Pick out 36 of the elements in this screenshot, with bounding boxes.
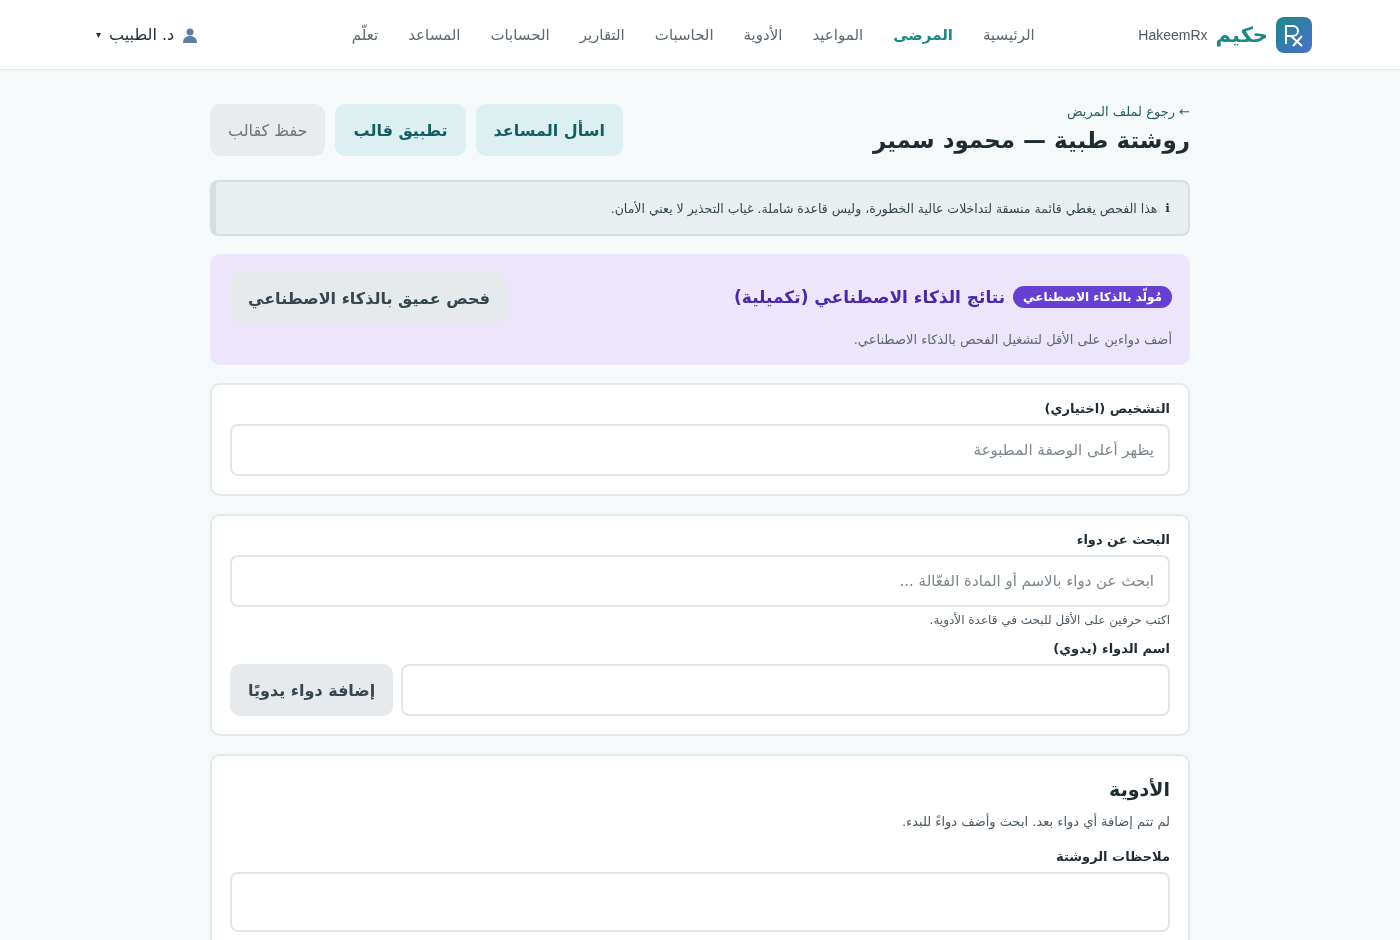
- action-button[interactable]: حفظ كقالب: [210, 104, 326, 156]
- ai-panel-title: نتائج الذكاء الاصطناعي (تكميلية): [734, 287, 1006, 307]
- nav-link[interactable]: الأدوية: [743, 25, 783, 44]
- nav-link[interactable]: الحسابات: [490, 25, 550, 44]
- field-label: التشخيص (اختياري): [1043, 401, 1170, 416]
- brand-name: حكيم: [1215, 22, 1268, 47]
- caret-icon[interactable]: ▾: [96, 29, 102, 40]
- nav-link[interactable]: التقارير: [579, 25, 625, 44]
- add-drug-button[interactable]: إضافة دواء يدويًا: [230, 664, 394, 716]
- nav-link[interactable]: المساعد: [408, 25, 461, 44]
- help-text: اكتب حرفين على الأقل للبحث في قاعدة الأدوية.: [928, 613, 1170, 627]
- nav-link[interactable]: الحاسبات: [654, 25, 714, 44]
- action-button[interactable]: تطبيق قالب: [335, 104, 466, 156]
- deep-check-button[interactable]: فحص عميق بالذكاء الاصطناعي: [230, 272, 508, 324]
- action-button[interactable]: اسأل المساعد: [475, 104, 623, 156]
- field-label: اسم الدواء (يدوي): [1052, 641, 1170, 656]
- notice-text: هذا الفحص يغطي قائمة منسقة لتداخلات عالية الخطورة، وليس قاعدة شاملة. غياب التحذير لا يعني الأمان.: [610, 200, 1158, 216]
- ai-hint: أضف دواءين على الأقل لتشغيل الفحص بالذكاء الاصطناعي.: [852, 332, 1172, 347]
- nav-link[interactable]: تعلّم: [351, 25, 379, 44]
- ai-badge: مُولّد بالذكاء الاصطناعي: [1013, 286, 1172, 308]
- section-title: الأدوية: [1108, 778, 1170, 800]
- back-link[interactable]: ← رجوع لملف المريض: [872, 104, 1190, 119]
- page-title: روشتة طبية — محمود سمير: [872, 127, 1190, 153]
- notes-field[interactable]: [230, 872, 1170, 932]
- info-icon: ℹ: [1165, 201, 1170, 215]
- nav-link[interactable]: المرضى: [893, 25, 953, 44]
- drug-name-field[interactable]: [401, 664, 1170, 716]
- user-icon: [182, 26, 199, 43]
- nav-link[interactable]: الرئيسية: [983, 25, 1035, 44]
- user-menu[interactable]: د. الطبيب: [109, 25, 175, 44]
- field-label: البحث عن دواء: [1075, 532, 1170, 547]
- nav-link[interactable]: المواعيد: [812, 25, 864, 44]
- logo-icon: [1276, 16, 1312, 53]
- empty-message: لم تتم إضافة أي دواء بعد. ابحث وأضف دواءً للبدء.: [900, 814, 1170, 829]
- brand-latin-name: HakeemRx: [1138, 26, 1208, 43]
- field-label: ملاحظات الروشتة: [1055, 849, 1170, 864]
